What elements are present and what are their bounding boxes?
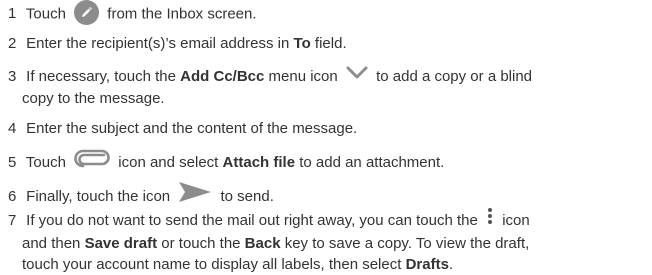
step-text: to add an attachment. [299, 153, 445, 171]
step-text: If necessary, touch the [26, 68, 176, 85]
step-line-3: touch your account name to display all l… [8, 254, 652, 275]
step-text: icon and select [118, 153, 219, 171]
pencil-compose-icon [74, 0, 100, 25]
step-number: 3 [8, 68, 17, 85]
step-text: to send. [220, 187, 274, 205]
step-number: 5 [8, 153, 17, 171]
step-text: Finally, touch the icon [26, 187, 171, 205]
step-text: touch your account name to display all l… [22, 256, 402, 273]
step-5: 5 Touch icon and select Attach file to a… [8, 148, 652, 176]
step-text: If you do not want to send the mail out … [26, 211, 478, 229]
option-name-save-draft: Save draft [84, 235, 158, 252]
option-name-attach-file: Attach file [222, 153, 296, 171]
step-text: Touch [25, 5, 66, 23]
step-text: . [448, 256, 454, 273]
step-number: 6 [8, 187, 17, 205]
step-number: 2 [8, 35, 17, 52]
step-text: or touch the [161, 235, 241, 252]
step-text: to add a copy or a blind [376, 68, 533, 85]
key-name-back: Back [244, 235, 281, 252]
step-text: menu icon [268, 68, 338, 85]
field-name-to: To [293, 35, 311, 52]
menu-name-add-cc-bcc: Add Cc/Bcc [180, 68, 265, 85]
step-text: Enter the recipient(s)’s email address i… [26, 35, 290, 52]
step-2: 2 Enter the recipient(s)’s email address… [8, 33, 652, 54]
step-text: and then [22, 235, 81, 252]
instruction-list: 1 Touch from the Inbox screen. 2 Enter t… [0, 0, 652, 273]
step-3: 3 If necessary, touch the Add Cc/Bcc men… [8, 66, 652, 109]
step-text: copy to the message. [22, 89, 165, 107]
step-text: from the Inbox screen. [107, 5, 257, 23]
step-1: 1 Touch from the Inbox screen. [8, 0, 652, 27]
step-number: 4 [8, 120, 17, 137]
step-text: Enter the subject and the content of the… [26, 120, 358, 137]
step-6: 6 Finally, touch the icon to send. [8, 181, 652, 211]
step-text: icon [502, 211, 530, 229]
paperclip-icon [74, 148, 110, 174]
step-number: 1 [8, 5, 17, 23]
step-7: 7 If you do not want to send the mail ou… [8, 207, 652, 275]
send-arrow-icon [178, 181, 212, 209]
step-text: key to save a copy. To view the draft, [284, 235, 530, 252]
step-number: 7 [8, 211, 17, 229]
chevron-down-icon [346, 65, 368, 86]
label-name-drafts: Drafts [405, 256, 449, 273]
step-line-2: and then Save draft or touch the Back ke… [8, 233, 652, 254]
more-vert-icon [486, 207, 494, 231]
step-text: Touch [25, 153, 66, 171]
step-4: 4 Enter the subject and the content of t… [8, 118, 652, 139]
step-text: field. [314, 35, 347, 52]
